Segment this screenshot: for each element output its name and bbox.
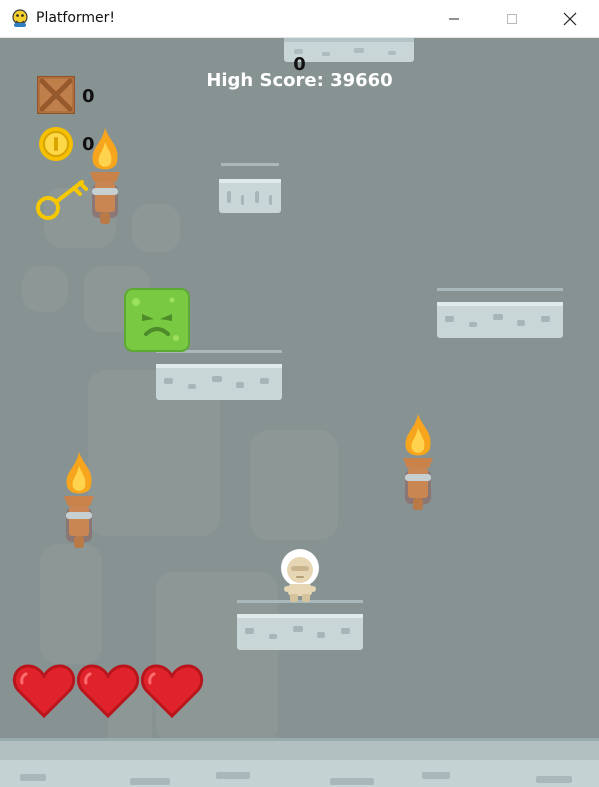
python-snake-icon bbox=[10, 8, 30, 28]
background-tile bbox=[250, 430, 338, 540]
crate-icon bbox=[37, 76, 75, 114]
background-tile bbox=[40, 544, 102, 664]
life-heart bbox=[140, 662, 204, 724]
ground-floor bbox=[0, 738, 599, 787]
coin-icon bbox=[38, 126, 74, 162]
window-titlebar[interactable]: Platformer! bbox=[0, 0, 599, 38]
maximize-icon bbox=[507, 14, 517, 24]
background-tile bbox=[132, 204, 180, 252]
wall-torch bbox=[397, 414, 439, 510]
game-canvas[interactable]: 0 High Score: 39660 0 0 bbox=[0, 38, 599, 787]
coins-count: 0 bbox=[82, 134, 95, 155]
close-button[interactable] bbox=[541, 0, 599, 38]
minimize-icon bbox=[449, 18, 459, 20]
player-character bbox=[280, 548, 320, 602]
stone-platform bbox=[437, 288, 563, 338]
window-title: Platformer! bbox=[36, 10, 116, 26]
maximize-button[interactable] bbox=[483, 0, 541, 38]
stone-platform bbox=[219, 163, 281, 213]
crates-count: 0 bbox=[82, 86, 95, 107]
stone-platform bbox=[237, 600, 363, 650]
stone-platform bbox=[156, 350, 282, 400]
life-heart bbox=[76, 662, 140, 724]
background-tile bbox=[22, 266, 68, 312]
minimize-button[interactable] bbox=[425, 0, 483, 38]
life-heart bbox=[12, 662, 76, 724]
close-icon bbox=[563, 12, 577, 26]
green-slime-enemy bbox=[124, 288, 190, 352]
wall-torch bbox=[58, 452, 100, 548]
key-icon bbox=[34, 174, 96, 226]
